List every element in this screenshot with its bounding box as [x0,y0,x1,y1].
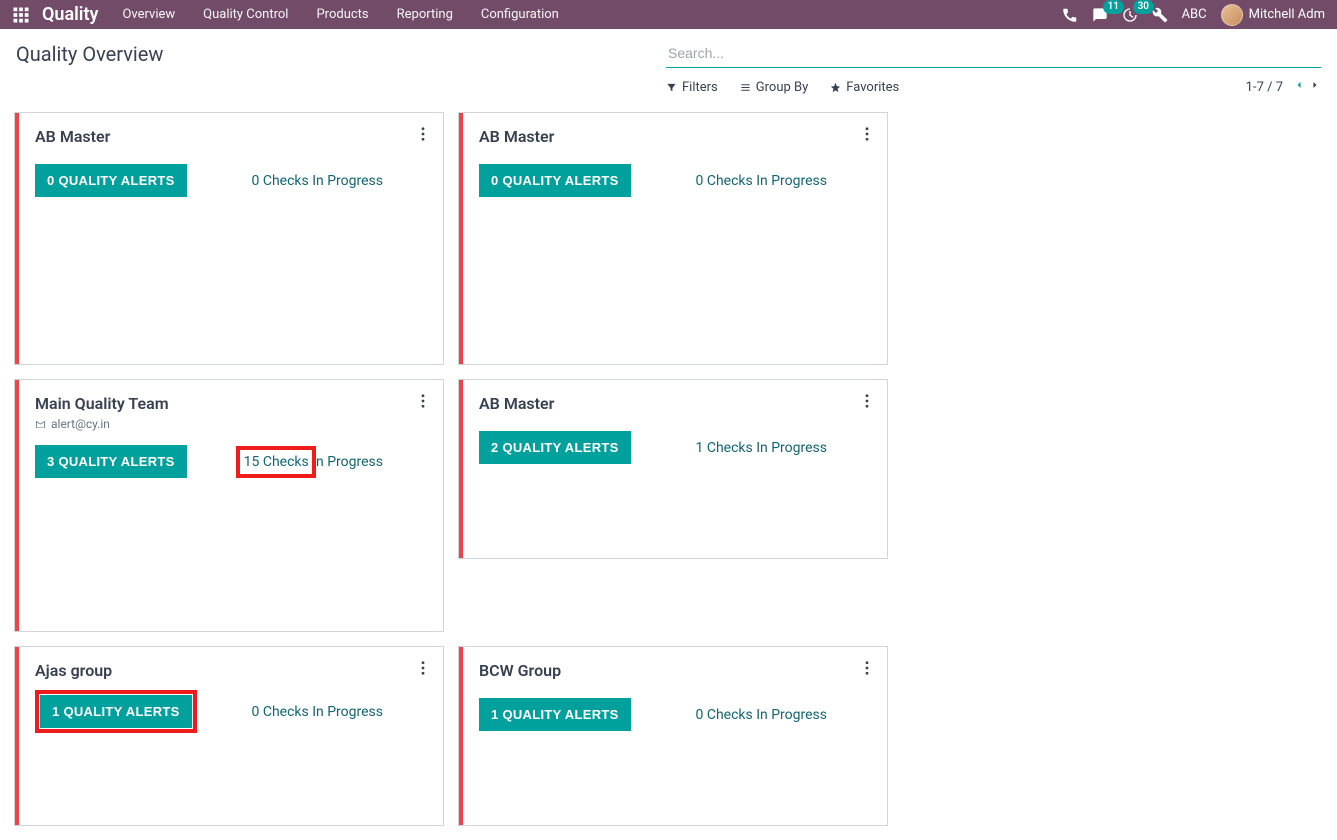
user-menu[interactable]: Mitchell Adm [1221,4,1325,26]
card-menu-icon[interactable] [419,661,427,679]
card-title: AB Master [35,127,110,146]
messages-icon[interactable]: 11 [1092,7,1108,23]
team-card[interactable]: AB Master 2 QUALITY ALERTS 1 Checks In P… [458,379,888,559]
nav-configuration[interactable]: Configuration [481,7,559,22]
card-title: BCW Group [479,661,561,680]
pager-area: 1-7 / 7 [1246,78,1321,96]
card-menu-icon[interactable] [419,394,427,412]
team-card[interactable]: Main Quality Team alert@cy.in 3 QUALITY … [14,379,444,632]
filter-icon [666,82,677,93]
quality-alerts-button[interactable]: 2 QUALITY ALERTS [479,431,631,464]
avatar [1221,4,1243,26]
search-options: Filters Group By Favorites 1-7 / 7 [666,78,1321,96]
filters-label: Filters [682,80,718,95]
pager-next[interactable] [1309,78,1321,96]
checks-link[interactable]: 0 Checks In Progress [252,704,384,720]
activities-icon[interactable]: 30 [1122,7,1138,23]
quality-alerts-button[interactable]: 0 QUALITY ALERTS [35,164,187,197]
nav-quality-control[interactable]: Quality Control [203,7,288,22]
checks-link[interactable]: 0 Checks In Progress [252,173,384,189]
favorites-button[interactable]: Favorites [830,80,899,95]
quality-alerts-button[interactable]: 3 QUALITY ALERTS [35,445,187,478]
card-title: AB Master [479,394,554,413]
star-icon [830,82,841,93]
quality-alerts-button[interactable]: 1 QUALITY ALERTS [40,695,192,728]
card-title: AB Master [479,127,554,146]
top-nav: Quality Overview Quality Control Product… [0,0,1337,29]
search-wrap [666,39,1321,68]
card-color-bar [15,113,19,364]
apps-icon[interactable] [12,6,30,24]
list-icon [740,82,751,93]
user-name: Mitchell Adm [1249,7,1325,22]
card-color-bar [459,647,463,825]
highlight-box: 1 QUALITY ALERTS [35,690,197,733]
envelope-icon [35,419,46,430]
team-card[interactable]: Ajas group 1 QUALITY ALERTS 0 Checks In … [14,646,444,826]
page-title: Quality Overview [16,42,163,66]
card-color-bar [459,113,463,364]
tools-icon[interactable] [1152,7,1168,23]
card-menu-icon[interactable] [863,661,871,679]
nav-products[interactable]: Products [316,7,368,22]
card-color-bar [15,647,19,825]
groupby-label: Group By [756,80,809,95]
nav-right: 11 30 ABC Mitchell Adm [1062,4,1325,26]
card-menu-icon[interactable] [863,127,871,145]
nav-reporting[interactable]: Reporting [397,7,453,22]
favorites-label: Favorites [846,80,899,95]
phone-icon[interactable] [1062,7,1078,23]
quality-alerts-button[interactable]: 0 QUALITY ALERTS [479,164,631,197]
company-switcher[interactable]: ABC [1182,7,1207,22]
pager-prev[interactable] [1293,78,1305,96]
card-email[interactable]: alert@cy.in [35,417,169,431]
card-color-bar [15,380,19,631]
quality-alerts-button[interactable]: 1 QUALITY ALERTS [479,698,631,731]
team-card[interactable]: AB Master 0 QUALITY ALERTS 0 Checks In P… [458,112,888,365]
search-input[interactable] [666,39,1321,68]
checks-link[interactable]: 0 Checks In Progress [696,707,828,723]
card-menu-icon[interactable] [419,127,427,145]
team-card[interactable]: BCW Group 1 QUALITY ALERTS 0 Checks In P… [458,646,888,826]
checks-link[interactable]: 1 Checks In Progress [696,440,828,456]
card-email-text: alert@cy.in [51,417,110,431]
nav-overview[interactable]: Overview [122,7,175,22]
control-panel: Quality Overview Filters Group By Favori… [0,29,1337,108]
nav-menu: Overview Quality Control Products Report… [122,7,558,22]
card-title: Main Quality Team [35,394,169,413]
checks-link[interactable]: 15 Checks In Progress [244,454,383,470]
card-title: Ajas group [35,661,112,680]
pager-text: 1-7 / 7 [1246,80,1283,95]
groupby-button[interactable]: Group By [740,80,809,95]
kanban-view: AB Master 0 QUALITY ALERTS 0 Checks In P… [0,112,1337,840]
app-title[interactable]: Quality [42,4,98,25]
card-menu-icon[interactable] [863,394,871,412]
team-card[interactable]: AB Master 0 QUALITY ALERTS 0 Checks In P… [14,112,444,365]
checks-link[interactable]: 0 Checks In Progress [696,173,828,189]
filters-button[interactable]: Filters [666,80,718,95]
card-color-bar [459,380,463,558]
